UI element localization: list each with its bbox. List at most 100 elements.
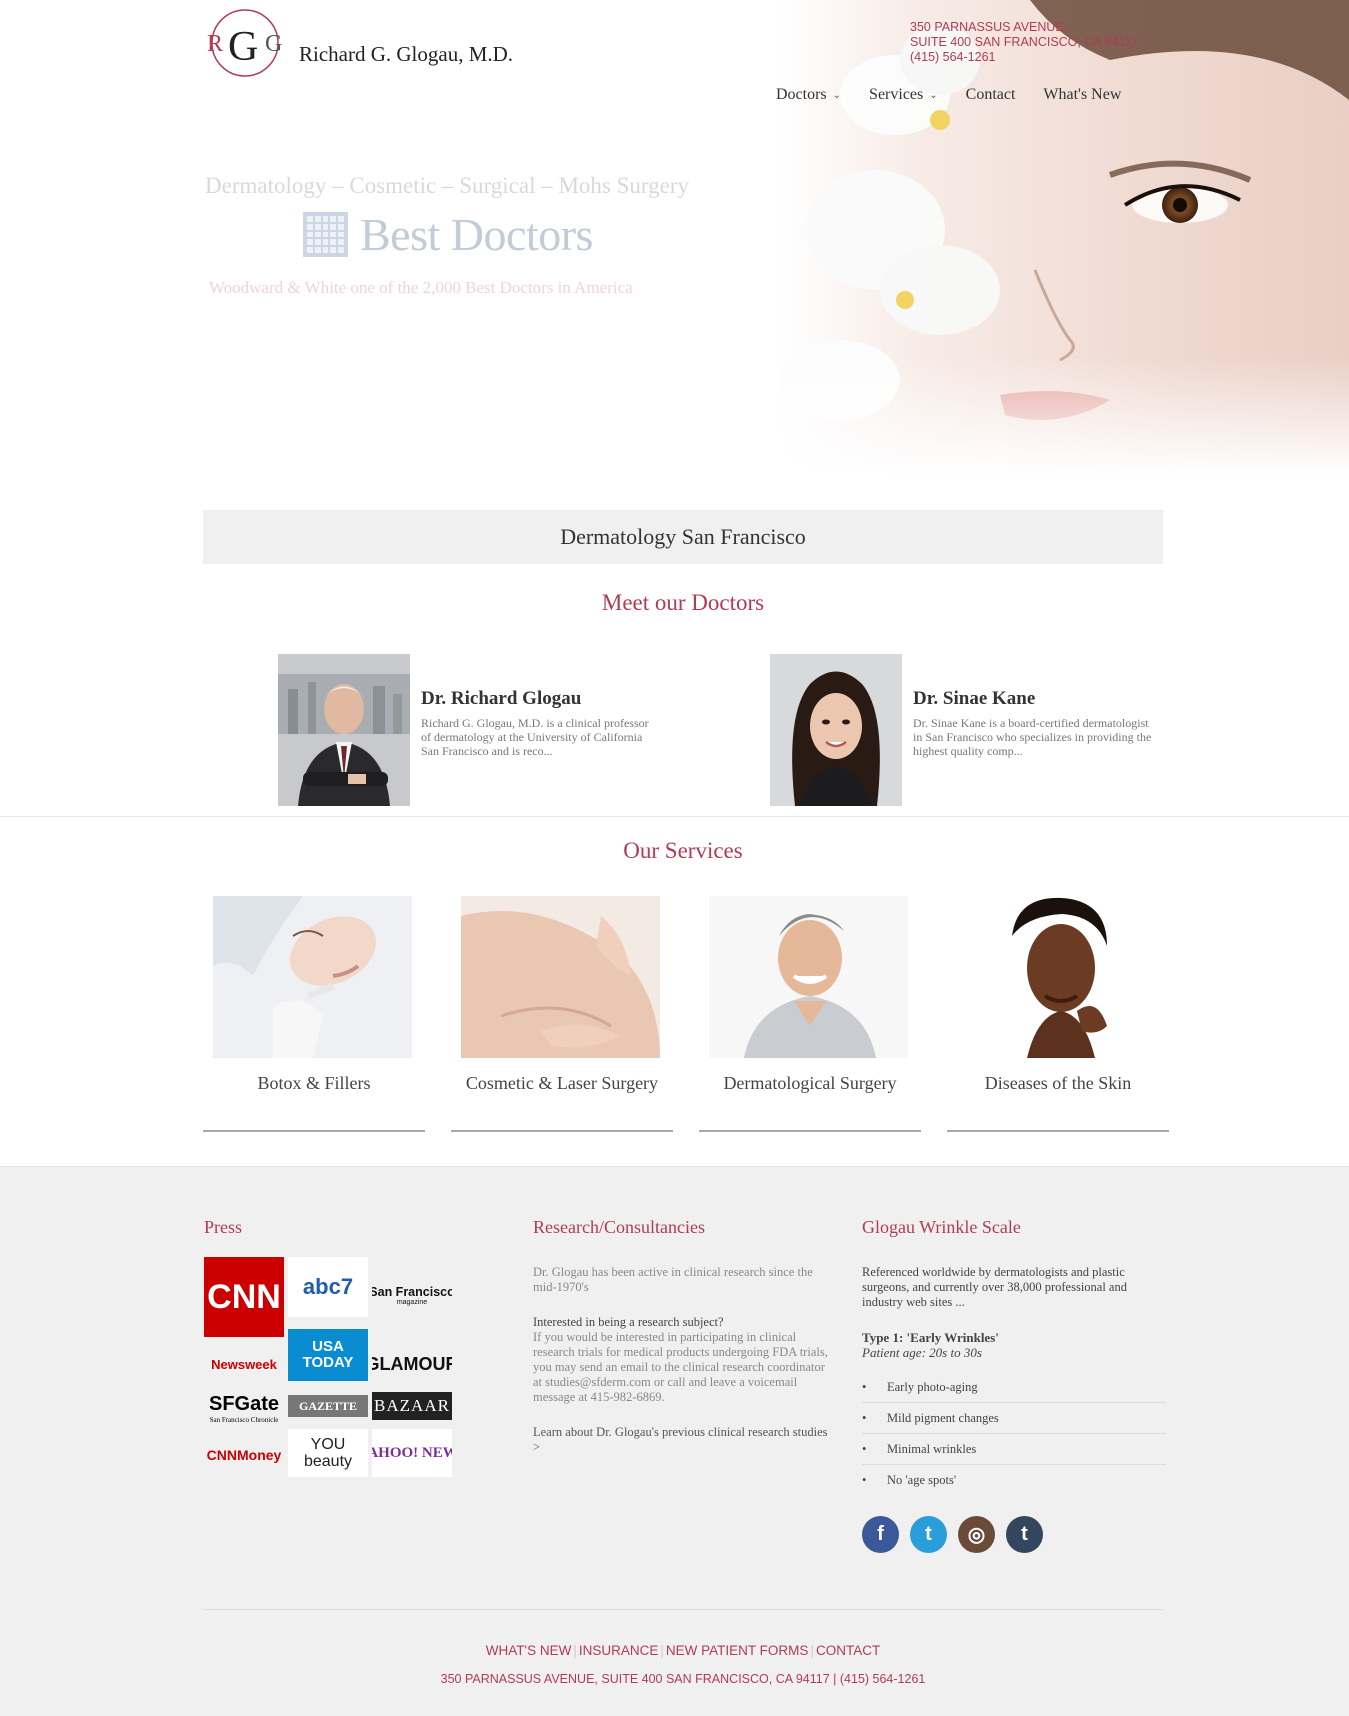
instagram-icon[interactable]: ◎ [958,1516,995,1553]
usa-today-logo[interactable]: USA TODAY [288,1329,368,1381]
nav-item-doctors[interactable]: Doctors ⌄ [776,84,855,106]
page-title: Dermatology San Francisco [560,524,806,549]
footer-nav: WHAT'S NEW | INSURANCE | NEW PATIENT FORMS | C… [485,1643,881,1658]
service-card-cosmetic-laser[interactable]: Cosmetic & Laser Surgery [451,896,673,1132]
footer-link-new-patient-forms[interactable]: NEW PATIENT FORMS [666,1643,809,1658]
doctors-section-title: Meet our Doctors [601,590,765,615]
wrinkle-type: Type 1: 'Early Wrinkles' [862,1330,999,1345]
wrinkle-age: Patient age: 20s to 30s [862,1345,982,1360]
doctor-bio: Dr. Sinae Kane is a board-certified derm… [913,716,1152,758]
research-subject-body: If you would be interested in participat… [533,1330,828,1404]
press-logos: CNN abc7 San Francisco magazine Newsweek… [204,1257,452,1477]
yahoo-news-logo[interactable]: YAHOO! NEWS [372,1429,452,1477]
nav-item-contact[interactable]: Contact [952,84,1030,106]
bazaar-logo[interactable]: BAZAAR [372,1392,452,1420]
footer-address: 350 PARNASSUS AVENUE, SUITE 400 SAN FRAN… [440,1672,926,1686]
site-name[interactable]: Richard G. Glogau, M.D. [299,42,513,67]
hero: R G G Richard G. Glogau, M.D. 350 PARNAS… [0,0,1349,476]
you-beauty-logo[interactable]: YOU beauty [288,1429,368,1477]
service-card-botox[interactable]: Botox & Fillers [203,896,425,1132]
research-intro: Dr. Glogau has been active in clinical r… [533,1265,813,1294]
main-nav: Doctors ⌄ Services ⌄ Contact What's New [776,84,1135,106]
footer-link-whats-new[interactable]: WHAT'S NEW [486,1643,572,1658]
wrinkle-intro: Referenced worldwide by dermatologists a… [862,1265,1127,1309]
chevron-down-icon: ⌄ [929,89,938,101]
doctor-bio: Richard G. Glogau, M.D. is a clinical pr… [421,716,649,758]
doctor-name[interactable]: Dr. Sinae Kane [913,688,1153,710]
sfgate-logo[interactable]: SFGate San Francisco Chronicle [204,1389,284,1427]
service-image-diseases-skin[interactable] [957,896,1156,1058]
doctor-info: Dr. Sinae Kane Dr. Sinae Kane is a board… [913,688,1153,758]
chevron-down-icon: ⌄ [832,89,842,101]
header-address: 350 PARNASSUS AVENUE, SUITE 400 SAN FRAN… [910,20,1138,65]
research-column: Dr. Glogau has been active in clinical r… [533,1265,833,1475]
doctor-photo-kane[interactable] [770,654,902,806]
intro-bar: Dermatology San Francisco [203,510,1163,564]
doctor-photo-glogau[interactable] [278,654,410,806]
glamour-logo[interactable]: GLAMOUR [372,1347,452,1381]
abc7-logo[interactable]: abc7 [288,1257,368,1317]
newsweek-logo[interactable]: Newsweek [204,1349,284,1379]
best-doctors-caption: Woodward & White one of the 2,000 Best D… [209,278,633,297]
service-label[interactable]: Cosmetic & Laser Surgery [451,1072,673,1094]
press-title: Press [204,1217,243,1237]
site-footer: Press CNN abc7 San Francisco magazine Ne… [0,1166,1349,1716]
best-doctors-grid-icon [303,212,348,257]
service-label[interactable]: Dermatological Surgery [699,1072,921,1094]
doctor-name[interactable]: Dr. Richard Glogau [421,688,661,710]
address-phone[interactable]: (415) 564-1261 [910,50,1138,65]
nav-label: Doctors [776,86,827,103]
best-doctors-badge: Best Doctors [303,208,593,261]
social-links: f t ◎ t [862,1516,1043,1553]
wrinkle-column: Referenced worldwide by dermatologists a… [862,1265,1166,1495]
list-item: No 'age spots' [862,1465,1166,1495]
twitter-icon[interactable]: t [910,1516,947,1553]
doctor-card-kane[interactable]: Dr. Sinae Kane Dr. Sinae Kane is a board… [770,654,1170,806]
service-card-dermatological-surgery[interactable]: Dermatological Surgery [699,896,921,1132]
sf-magazine-logo[interactable]: San Francisco magazine [372,1277,452,1313]
research-studies-link[interactable]: Learn about Dr. Glogau's previous clinic… [533,1425,833,1455]
service-image-botox[interactable] [213,896,412,1058]
service-label[interactable]: Diseases of the Skin [947,1072,1169,1094]
footer-link-contact[interactable]: CONTACT [816,1643,880,1658]
footer-divider [203,1609,1163,1610]
list-item: Minimal wrinkles [862,1434,1166,1465]
nav-label: What's New [1043,86,1122,103]
doctor-info: Dr. Richard Glogau Richard G. Glogau, M.… [421,688,661,758]
list-item: Early photo-aging [862,1372,1166,1403]
facebook-icon[interactable]: f [862,1516,899,1553]
rgg-monogram-icon: R G G [207,9,282,77]
service-image-cosmetic-laser[interactable] [461,896,660,1058]
footer-link-insurance[interactable]: INSURANCE [579,1643,659,1658]
services-section-title: Our Services [623,838,743,863]
tumblr-icon[interactable]: t [1006,1516,1043,1553]
monogram-g-small: G [265,31,282,57]
list-item: Mild pigment changes [862,1403,1166,1434]
service-underline [699,1130,921,1132]
service-underline [947,1130,1169,1132]
service-image-dermatological-surgery[interactable] [709,896,908,1058]
gazette-logo[interactable]: GAZETTE [288,1395,368,1417]
address-line2: SUITE 400 SAN FRANCISCO, CA 94117 [910,35,1139,49]
nav-item-services[interactable]: Services ⌄ [855,84,952,106]
nav-label: Services [869,86,924,103]
logo[interactable]: R G G [205,8,287,78]
monogram-r: R [207,31,223,57]
cnn-logo[interactable]: CNN [204,1257,284,1337]
service-card-diseases-skin[interactable]: Diseases of the Skin [947,896,1169,1132]
service-underline [451,1130,673,1132]
wrinkle-list: Early photo-aging Mild pigment changes M… [862,1372,1166,1495]
research-subject-heading: Interested in being a research subject? [533,1315,724,1329]
research-title: Research/Consultancies [533,1217,705,1237]
address-line1: 350 PARNASSUS AVENUE, [910,20,1068,34]
cnn-money-logo[interactable]: CNNMoney [204,1441,284,1469]
section-divider [0,816,1349,817]
nav-item-whats-new[interactable]: What's New [1029,84,1135,106]
monogram-g-large: G [228,24,258,70]
nav-label: Contact [965,86,1016,103]
hero-face-image [780,0,1349,476]
wrinkle-title: Glogau Wrinkle Scale [862,1217,1021,1237]
doctor-card-glogau[interactable]: Dr. Richard Glogau Richard G. Glogau, M.… [278,654,678,806]
hero-tagline: Dermatology – Cosmetic – Surgical – Mohs… [205,173,690,198]
service-label[interactable]: Botox & Fillers [203,1072,425,1094]
